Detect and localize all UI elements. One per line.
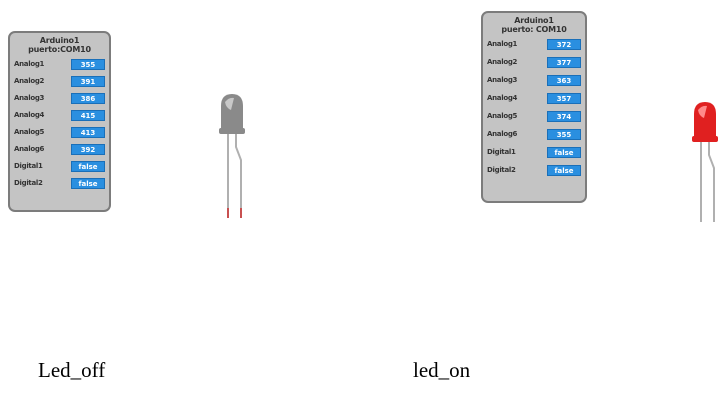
panel-title: Arduino1 puerto: COM10 xyxy=(487,16,581,34)
row-value: 363 xyxy=(547,74,581,86)
row-label: Analog2 xyxy=(487,58,518,66)
sensor-row-digital1: Digital1 false xyxy=(14,159,105,173)
led-lead-right xyxy=(235,134,242,214)
row-value: false xyxy=(547,146,581,158)
sensor-row-analog3: Analog3 363 xyxy=(487,73,581,87)
sensor-row-analog4: Analog4 415 xyxy=(14,108,105,122)
arduino-panel-off: Arduino1 puerto:COM10 Analog1 355 Analog2… xyxy=(8,31,111,212)
sensor-row-analog5: Analog5 413 xyxy=(14,125,105,139)
panel-title-port: puerto:COM10 xyxy=(28,45,91,54)
row-value: 377 xyxy=(547,56,581,68)
sensor-row-analog4: Analog4 357 xyxy=(487,91,581,105)
row-label: Analog6 xyxy=(487,130,518,138)
row-value: false xyxy=(547,164,581,176)
led-off-icon xyxy=(217,92,247,227)
row-label: Digital1 xyxy=(14,162,43,170)
row-value: 415 xyxy=(71,109,105,121)
row-label: Analog1 xyxy=(487,40,518,48)
arduino-panel-on: Arduino1 puerto: COM10 Analog1 372 Analog… xyxy=(481,11,587,203)
sensor-row-analog2: Analog2 377 xyxy=(487,55,581,69)
caption-led-off: Led_off xyxy=(38,358,106,382)
row-value: false xyxy=(71,160,105,172)
row-label: Analog5 xyxy=(14,128,45,136)
row-label: Analog3 xyxy=(14,94,45,102)
row-value: 386 xyxy=(71,92,105,104)
row-value: 391 xyxy=(71,75,105,87)
sensor-row-analog6: Analog6 392 xyxy=(14,142,105,156)
sensor-row-digital2: Digital2 false xyxy=(14,176,105,190)
row-label: Digital2 xyxy=(487,166,516,174)
row-value: false xyxy=(71,177,105,189)
row-label: Analog4 xyxy=(14,111,45,119)
row-label: Analog3 xyxy=(487,76,518,84)
sensor-row-analog6: Analog6 355 xyxy=(487,127,581,141)
led-lead-right xyxy=(708,142,715,222)
row-value: 357 xyxy=(547,92,581,104)
row-value: 413 xyxy=(71,126,105,138)
sensor-row-analog1: Analog1 355 xyxy=(14,57,105,71)
caption-led-on: led_on xyxy=(413,358,471,382)
row-label: Analog5 xyxy=(487,112,518,120)
row-label: Digital1 xyxy=(487,148,516,156)
row-label: Analog4 xyxy=(487,94,518,102)
row-value: 374 xyxy=(547,110,581,122)
led-rim xyxy=(692,136,718,142)
row-value: 392 xyxy=(71,143,105,155)
panel-title-port: puerto: COM10 xyxy=(501,25,567,34)
sensor-row-digital2: Digital2 false xyxy=(487,163,581,177)
row-value: 355 xyxy=(547,128,581,140)
row-label: Analog6 xyxy=(14,145,45,153)
panel-title-name: Arduino1 xyxy=(514,16,554,25)
row-value: 372 xyxy=(547,38,581,50)
row-label: Analog1 xyxy=(14,60,45,68)
row-value: 355 xyxy=(71,58,105,70)
sensor-row-analog5: Analog5 374 xyxy=(487,109,581,123)
panel-title: Arduino1 puerto:COM10 xyxy=(14,36,105,54)
row-label: Digital2 xyxy=(14,179,43,187)
led-on-icon xyxy=(690,100,722,235)
led-rim xyxy=(219,128,245,134)
sensor-row-analog3: Analog3 386 xyxy=(14,91,105,105)
sensor-row-digital1: Digital1 false xyxy=(487,145,581,159)
sensor-row-analog2: Analog2 391 xyxy=(14,74,105,88)
row-label: Analog2 xyxy=(14,77,45,85)
sensor-row-analog1: Analog1 372 xyxy=(487,37,581,51)
panel-title-name: Arduino1 xyxy=(39,36,80,45)
